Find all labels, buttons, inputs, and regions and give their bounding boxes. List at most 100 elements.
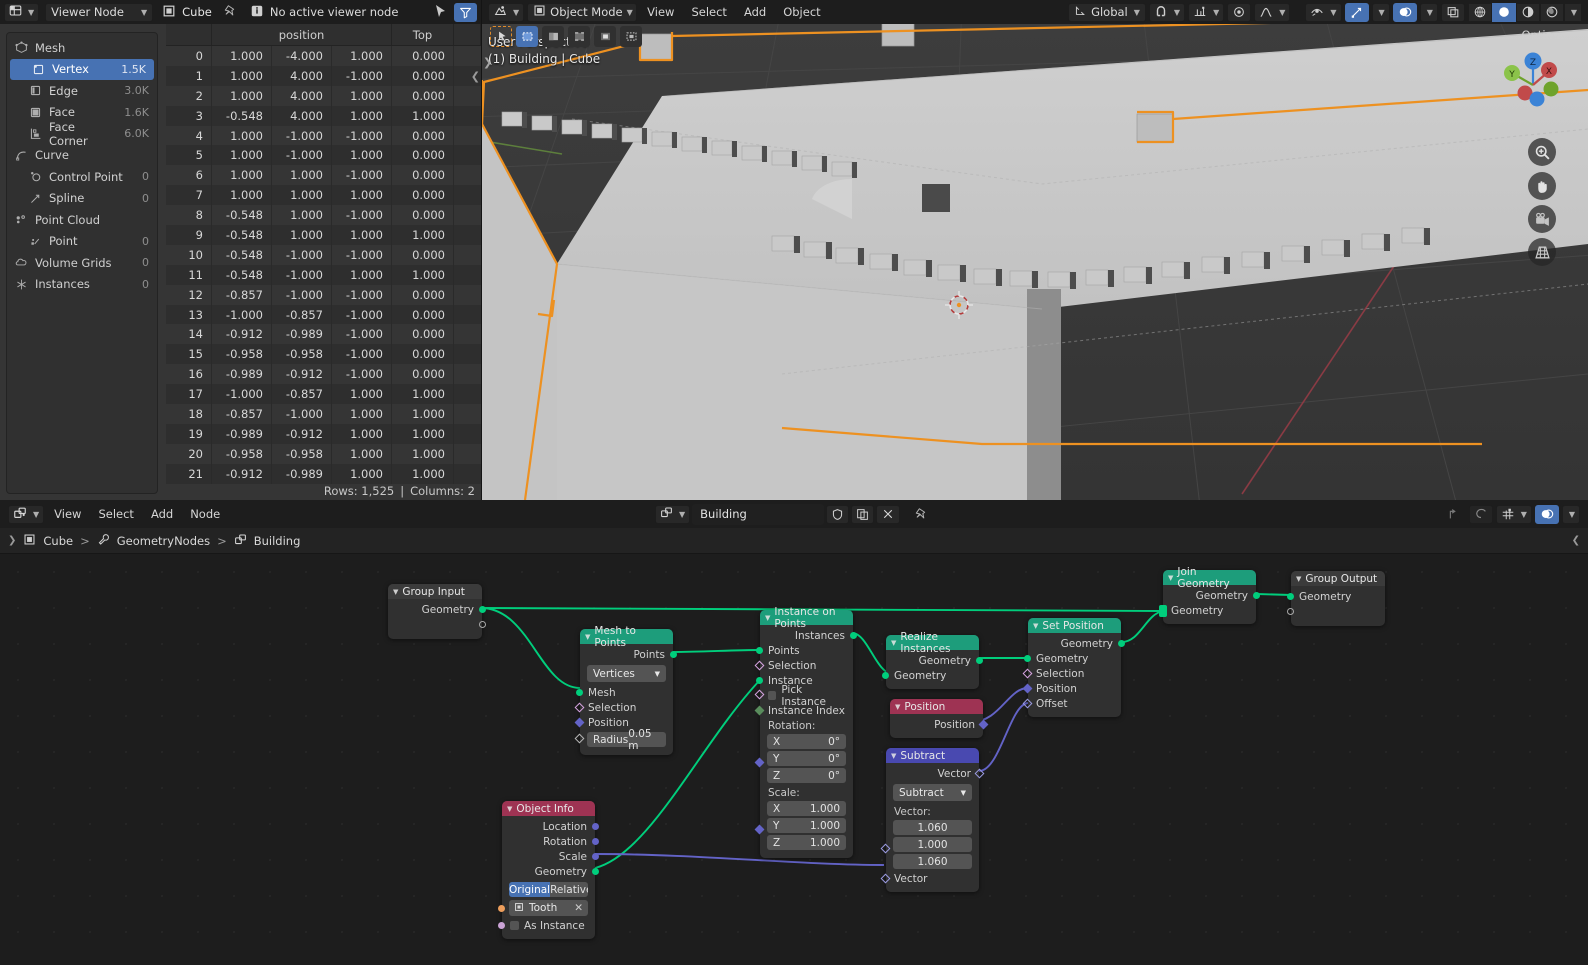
node-gizmo-icon[interactable] (1534, 504, 1559, 524)
select-extend-icon[interactable] (594, 26, 616, 47)
socket-dot-object[interactable] (498, 905, 505, 912)
node-realize-instances[interactable]: ▼ Realize Instances Geometry Geometry (882, 631, 983, 689)
node-header[interactable]: ▼ Realize Instances (886, 631, 979, 655)
viewport-options-button[interactable]: Options ▼ (1521, 28, 1578, 42)
viewport-canvas[interactable] (482, 24, 1588, 500)
menu-view[interactable]: View (640, 3, 681, 22)
unlink-icon[interactable] (876, 504, 901, 524)
x-icon[interactable]: ✕ (574, 902, 583, 914)
column-header-index[interactable] (166, 24, 212, 45)
socket-dot-extend[interactable] (479, 621, 486, 628)
socket-output-vector[interactable]: Vector (886, 766, 985, 781)
socket-input-geometry[interactable]: Geometry (1024, 651, 1121, 666)
socket-diamond-offset[interactable] (1022, 698, 1033, 709)
dataset-item-vertex[interactable]: Vertex 1.5K (10, 58, 154, 80)
editor-type-selector[interactable]: ▼ (488, 2, 525, 22)
socket-input-offset[interactable]: Offset (1022, 696, 1121, 711)
solid-shading-icon[interactable] (1491, 2, 1516, 22)
collapse-triangle-icon[interactable]: ▼ (1296, 575, 1301, 583)
node-header[interactable]: ▼ Set Position (1028, 618, 1121, 633)
socket-diamond-pick-instance[interactable] (754, 689, 765, 700)
socket-input-geometry[interactable]: Geometry (1159, 603, 1256, 618)
node-overlay-icon[interactable] (1468, 504, 1493, 524)
socket-input-geometry[interactable]: Geometry (1287, 589, 1385, 604)
socket-dot-as-instance[interactable] (498, 922, 505, 929)
table-row[interactable]: 13 -1.000 -0.857 -1.000 0.000 (166, 304, 481, 325)
gizmo-dropdown[interactable]: ▼ (1371, 2, 1390, 22)
menu-select[interactable]: Select (91, 505, 140, 524)
socket-diamond-radius[interactable] (574, 733, 585, 744)
socket-output-geometry[interactable]: Geometry (502, 864, 599, 879)
pin-icon[interactable] (909, 505, 935, 524)
socket-output-position[interactable]: Position (890, 717, 989, 732)
table-row[interactable]: 9 -0.548 1.000 1.000 1.000 (166, 225, 481, 245)
vector-x-field[interactable]: 1.060 (893, 820, 972, 835)
collapse-triangle-icon[interactable]: ▼ (1033, 622, 1038, 630)
snap-options[interactable]: ▼ (1188, 2, 1225, 22)
dataset-item-instances[interactable]: Instances 0 (7, 274, 157, 296)
socket-output-rotation[interactable]: Rotation (502, 834, 599, 849)
socket-dot-geometry-multi[interactable] (1159, 605, 1167, 617)
socket-output-location[interactable]: Location (502, 819, 599, 834)
socket-dot-geometry[interactable] (1287, 593, 1294, 600)
socket-dot-instance[interactable] (756, 677, 763, 684)
socket-input-extend[interactable] (1287, 604, 1385, 619)
table-row[interactable]: 18 -0.857 -1.000 1.000 1.000 (166, 404, 481, 424)
table-row[interactable]: 7 1.000 1.000 1.000 0.000 (166, 185, 481, 206)
socket-diamond-rotation[interactable] (754, 757, 765, 768)
socket-input-mesh[interactable]: Mesh (576, 685, 673, 700)
node-tree-type-selector[interactable]: ▼ (655, 504, 691, 524)
table-row[interactable]: 4 1.000 -1.000 -1.000 0.000 (166, 125, 481, 146)
socket-dot-geometry-in[interactable] (882, 672, 889, 679)
node-header[interactable]: ▼ Position (890, 699, 983, 714)
toggle-relative[interactable]: Relative (550, 882, 588, 897)
node-tree-name[interactable]: Building (700, 507, 747, 521)
socket-output-geometry[interactable]: Geometry (1163, 588, 1260, 603)
pin-icon[interactable] (224, 4, 238, 21)
column-header-position[interactable]: position (212, 24, 392, 45)
socket-input-selection[interactable]: Selection (574, 700, 673, 715)
menu-add[interactable]: Add (737, 3, 773, 22)
table-row[interactable]: 6 1.000 1.000 -1.000 0.000 (166, 165, 481, 186)
table-row[interactable]: 2 1.000 4.000 1.000 0.000 (166, 85, 481, 106)
table-row[interactable]: 16 -0.989 -0.912 -1.000 0.000 (166, 364, 481, 385)
breadcrumb-item-building[interactable]: Building (254, 534, 301, 548)
socket-dot-rotation[interactable] (592, 838, 599, 845)
ortho-persp-icon[interactable] (1528, 238, 1556, 266)
socket-diamond-position[interactable] (574, 717, 585, 728)
select-box-icon[interactable] (516, 26, 538, 47)
collapse-triangle-icon[interactable]: ▼ (895, 703, 900, 711)
table-row[interactable]: 17 -1.000 -0.857 1.000 1.000 (166, 384, 481, 405)
socket-dot-geometry-in[interactable] (1024, 655, 1031, 662)
breadcrumb-item-geometrynodes[interactable]: GeometryNodes (117, 534, 210, 548)
socket-output-instances[interactable]: Instances (760, 628, 857, 643)
node-header[interactable]: ▼ Join Geometry (1163, 566, 1256, 590)
rotation-x-field[interactable]: X 0° (767, 734, 846, 749)
pan-hand-icon[interactable] (1528, 172, 1556, 200)
socket-diamond-position-out[interactable] (978, 719, 989, 730)
parent-up-icon[interactable] (1440, 505, 1466, 524)
socket-dot-location[interactable] (592, 823, 599, 830)
editor-type-selector[interactable]: ▼ (8, 504, 45, 524)
pick-instance-row[interactable]: Pick Instance (754, 684, 853, 708)
table-row[interactable]: 12 -0.857 -1.000 -1.000 0.000 (166, 284, 481, 305)
column-header-top[interactable]: Top (392, 24, 454, 45)
spreadsheet-table[interactable]: position Top 0 1.000 -4.000 1.000 0.000 1 1.00… (166, 24, 481, 500)
gizmo-icon[interactable] (1344, 2, 1369, 22)
collapse-triangle-icon[interactable]: ▼ (891, 639, 896, 647)
collapse-triangle-icon[interactable]: ▼ (1168, 574, 1173, 582)
socket-dot-scale[interactable] (592, 853, 599, 860)
transform-orientation-selector[interactable]: Global ▼ (1068, 2, 1146, 22)
socket-output-geometry[interactable]: Geometry (388, 602, 486, 617)
table-row[interactable]: 3 -0.548 4.000 1.000 1.000 (166, 105, 481, 126)
dataset-item-mesh[interactable]: Mesh (7, 37, 157, 59)
editor-type-selector[interactable]: ▼ (4, 2, 40, 22)
socket-diamond-selection[interactable] (574, 702, 585, 713)
table-row[interactable]: 21 -0.912 -0.989 1.000 1.000 (166, 463, 481, 484)
object-field[interactable]: Tooth ✕ (509, 900, 588, 916)
socket-dot-instances[interactable] (850, 632, 857, 639)
socket-input-points[interactable]: Points (756, 643, 853, 658)
table-row[interactable]: 0 1.000 -4.000 1.000 0.000 (166, 46, 481, 66)
socket-dot-extend[interactable] (1287, 608, 1294, 615)
overlays-icon[interactable] (1392, 2, 1417, 22)
